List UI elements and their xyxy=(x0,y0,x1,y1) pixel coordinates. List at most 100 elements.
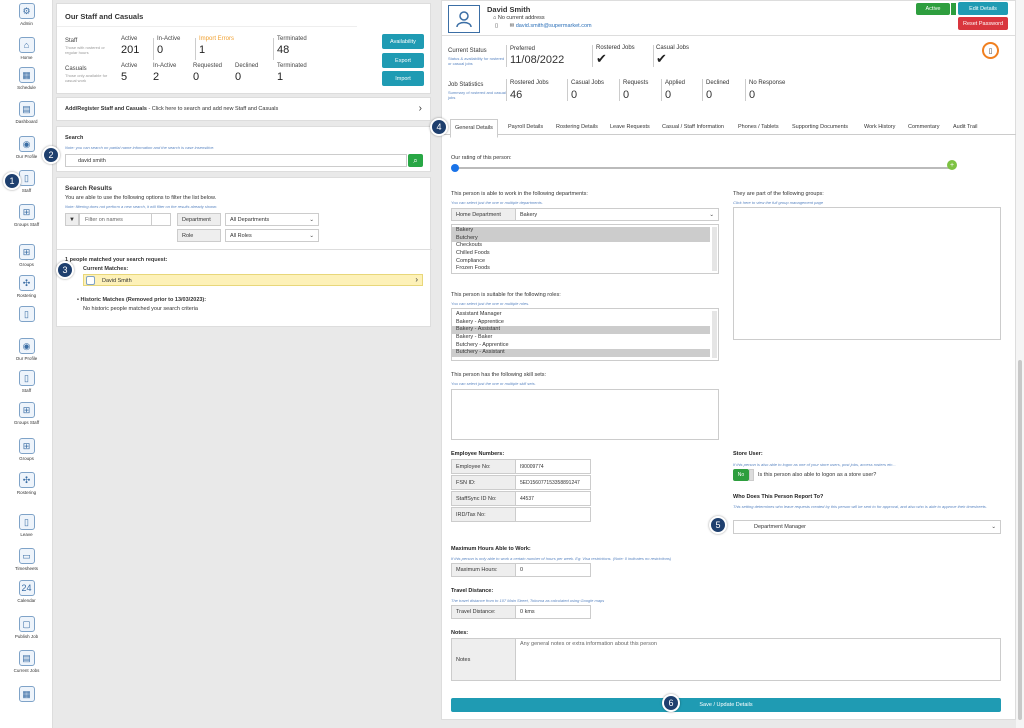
stat-value-2[interactable]: 0 xyxy=(623,89,629,101)
sidebar-item-7[interactable]: ⊞ Groups xyxy=(0,244,53,267)
staff-import-errors-header[interactable]: Import Errors xyxy=(199,36,234,42)
groups-icon[interactable]: ⊞ xyxy=(18,244,35,260)
rostering-icon[interactable]: ✣ xyxy=(18,275,35,291)
sidebar-item-17[interactable]: 24 Calendar xyxy=(0,580,53,603)
tab-leave-requests[interactable]: Leave Requests xyxy=(610,124,650,130)
max-hours-input[interactable]: 0 xyxy=(515,563,591,577)
tab-payroll-details[interactable]: Payroll Details xyxy=(508,124,543,130)
email-link[interactable]: david.smith@supermarket.com xyxy=(516,23,592,29)
groups-staff-icon-2[interactable]: ⊞ xyxy=(18,402,35,418)
sidebar-item-10[interactable]: ◉ Our Profile xyxy=(0,338,53,361)
groups-list[interactable] xyxy=(733,207,1001,340)
list-item[interactable]: Checkouts xyxy=(452,242,710,250)
staff-active-value[interactable]: 201 xyxy=(121,44,139,56)
list-item[interactable]: Butchery - Apprentice xyxy=(452,342,710,350)
rating-slider-handle[interactable] xyxy=(451,164,459,172)
list-item[interactable]: Bakery - Assistant xyxy=(452,326,710,335)
list-item[interactable]: Assistant Manager xyxy=(452,311,710,319)
sidebar-item-13[interactable]: ⊞ Groups xyxy=(0,438,53,461)
schedule-icon[interactable]: ▦ xyxy=(18,67,35,83)
sidebar-item-0[interactable]: ⚙ Admin xyxy=(0,3,53,26)
store-user-toggle-handle[interactable] xyxy=(749,469,754,481)
stat-value-1[interactable]: 0 xyxy=(571,89,577,101)
list-item[interactable]: Bakery - Baker xyxy=(452,334,710,342)
staff-import-errors-value[interactable]: 1 xyxy=(199,44,205,56)
employee-field-input[interactable]: 5ED156077153358891247 xyxy=(515,475,591,490)
casuals-active-value[interactable]: 5 xyxy=(121,71,127,83)
chevron-right-icon[interactable]: › xyxy=(419,103,422,114)
result-row-david-smith[interactable]: David Smith › xyxy=(83,274,423,286)
employee-field-input[interactable]: 44537 xyxy=(515,491,591,506)
list-item[interactable]: Butchery - Assistant xyxy=(452,349,710,358)
departments-list[interactable]: Bakery Butchery Checkouts Chilled Foods Comp… xyxy=(451,224,719,274)
sidebar-item-19[interactable]: ▤ Current Jobs xyxy=(0,650,53,673)
document-icon[interactable]: ▯ xyxy=(18,306,35,322)
leave-icon[interactable]: ▯ xyxy=(18,514,35,530)
sidebar-item-3[interactable]: ▤ Dashboard xyxy=(0,101,53,124)
sidebar-item-11[interactable]: ▯ Staff xyxy=(0,370,53,393)
roles-list[interactable]: Assistant Manager Bakery - Apprentice Bake… xyxy=(451,308,719,361)
list-scrollbar[interactable] xyxy=(712,311,717,358)
list-item[interactable]: Bakery xyxy=(452,227,710,235)
tab-commentary[interactable]: Commentary xyxy=(908,124,939,130)
sidebar-item-12[interactable]: ⊞ Groups Staff xyxy=(0,402,53,425)
timesheets-icon[interactable]: ▭ xyxy=(18,548,35,564)
sidebar-item-16[interactable]: ▭ Timesheets xyxy=(0,548,53,571)
availability-button[interactable]: Availability xyxy=(382,34,424,49)
department-select[interactable]: All Departments ⌄ xyxy=(225,213,319,226)
staff-terminated-value[interactable]: 48 xyxy=(277,44,289,56)
sidebar-item-6[interactable]: ⊞ Groups Staff xyxy=(0,204,53,227)
active-status-button[interactable]: Active xyxy=(916,3,950,15)
notes-textarea[interactable]: Any general notes or extra information a… xyxy=(515,638,1001,681)
more-icon[interactable]: ▦ xyxy=(18,686,35,702)
edit-details-button[interactable]: Edit Details xyxy=(958,2,1008,15)
list-item[interactable]: Chilled Foods xyxy=(452,250,710,258)
report-to-select[interactable]: Department Manager ⌄ xyxy=(733,520,1001,534)
casuals-terminated-value[interactable]: 1 xyxy=(277,71,283,83)
stat-value-5[interactable]: 0 xyxy=(749,89,755,101)
list-item[interactable]: Frozen Foods xyxy=(452,265,710,273)
travel-input[interactable]: 0 kms xyxy=(515,605,591,619)
rostering-icon-2[interactable]: ✣ xyxy=(18,472,35,488)
tab-rostering-details[interactable]: Rostering Details xyxy=(556,124,598,130)
staff-icon[interactable]: ▯ xyxy=(18,170,35,186)
current-jobs-icon[interactable]: ▤ xyxy=(18,650,35,666)
groups-staff-icon[interactable]: ⊞ xyxy=(18,204,35,220)
gear-icon[interactable]: ⚙ xyxy=(18,3,35,19)
sidebar-item-18[interactable]: ▢ Publish Job xyxy=(0,616,53,639)
employee-field-input[interactable]: I90009774 xyxy=(515,459,591,474)
search-input[interactable]: david smith xyxy=(65,154,407,167)
list-item[interactable]: Compliance xyxy=(452,258,710,266)
tab-audit-trail[interactable]: Audit Trail xyxy=(953,124,977,130)
profile-icon[interactable]: ◉ xyxy=(18,136,35,152)
store-user-toggle[interactable]: No xyxy=(733,469,749,481)
tab-supporting-documents[interactable]: Supporting Documents xyxy=(792,124,848,130)
add-register-bold[interactable]: Add/Register Staff and Casuals xyxy=(65,106,147,112)
no-mobile-icon[interactable]: ▯ xyxy=(982,42,999,59)
publish-job-icon[interactable]: ▢ xyxy=(18,616,35,632)
stat-value-0[interactable]: 46 xyxy=(510,89,522,101)
staff-inactive-value[interactable]: 0 xyxy=(157,44,163,56)
sidebar-item-8[interactable]: ✣ Rostering xyxy=(0,275,53,298)
profile-icon-2[interactable]: ◉ xyxy=(18,338,35,354)
list-item[interactable]: Butchery xyxy=(452,234,710,243)
casuals-requested-value[interactable]: 0 xyxy=(193,71,199,83)
sidebar-item-9[interactable]: ▯ xyxy=(0,306,53,324)
add-register-panel[interactable]: Add/Register Staff and Casuals - Click h… xyxy=(56,97,431,121)
filter-extra-box[interactable] xyxy=(151,213,171,226)
sidebar-item-1[interactable]: ⌂ Home xyxy=(0,37,53,60)
tab-casual-staff-information[interactable]: Casual / Staff Information xyxy=(662,124,724,130)
employee-field-input[interactable] xyxy=(515,507,591,522)
rating-slider-track[interactable] xyxy=(455,167,955,169)
groups-note[interactable]: Click here to view the full group manage… xyxy=(733,200,823,205)
casuals-declined-value[interactable]: 0 xyxy=(235,71,241,83)
stat-value-3[interactable]: 0 xyxy=(665,89,671,101)
reset-password-button[interactable]: Reset Password xyxy=(958,17,1008,30)
save-update-button[interactable]: Save / Update Details xyxy=(451,698,1001,712)
stat-value-4[interactable]: 0 xyxy=(706,89,712,101)
home-department-select[interactable]: Bakery ⌄ xyxy=(515,208,719,221)
export-button[interactable]: Export xyxy=(382,53,424,68)
sidebar-item-20[interactable]: ▦ xyxy=(0,686,53,704)
import-button[interactable]: Import xyxy=(382,71,424,86)
dashboard-icon[interactable]: ▤ xyxy=(18,101,35,117)
